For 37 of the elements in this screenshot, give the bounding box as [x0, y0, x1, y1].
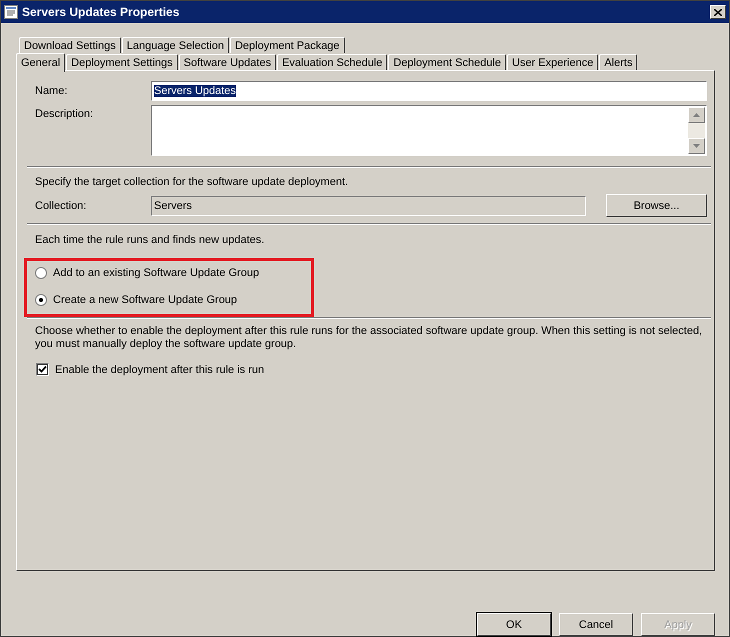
dialog-button[interactable]: Cancel	[559, 613, 633, 636]
scroll-down-button[interactable]	[688, 138, 705, 154]
radio-option[interactable]: Add to an existing Software Update Group	[35, 267, 311, 279]
tab[interactable]: Deployment Package	[230, 37, 345, 53]
dialog-button[interactable]: OK	[477, 613, 551, 636]
collection-input-field: Servers	[151, 196, 586, 216]
tab[interactable]: Language Selection	[122, 37, 229, 53]
window-title: Servers Updates Properties	[22, 5, 180, 19]
tab[interactable]: Download Settings	[19, 37, 121, 53]
radio-option[interactable]: Create a new Software Update Group	[35, 294, 311, 306]
tab[interactable]: User Experience	[507, 54, 598, 70]
tab[interactable]: Evaluation Schedule	[277, 54, 388, 70]
checkbox[interactable]	[36, 363, 49, 376]
tab[interactable]: General	[16, 53, 66, 72]
close-icon	[714, 8, 722, 16]
description-text-area[interactable]	[151, 105, 707, 156]
down-arrow-icon	[693, 144, 700, 148]
field-label: Collection:	[34, 200, 88, 212]
field-value: Servers Updates	[154, 85, 236, 97]
section-description: Each time the rule runs and finds new updates.	[34, 234, 266, 247]
radio-button[interactable]	[35, 294, 47, 306]
tab[interactable]: Deployment Schedule	[388, 54, 506, 70]
name-input-field[interactable]: Servers Updates	[151, 81, 707, 101]
up-arrow-icon	[693, 113, 700, 117]
field-label: Description:	[34, 107, 94, 120]
properties-icon	[4, 5, 18, 19]
tab[interactable]: Deployment Settings	[66, 54, 178, 70]
checkbox-option[interactable]: Enable the deployment after this rule is run	[27, 363, 707, 376]
close-button[interactable]	[710, 5, 726, 19]
radio-button[interactable]	[35, 267, 47, 279]
section-description: Choose whether to enable the deployment after this rule runs for the associated software update group. When this setting is not selected, you must manually deploy the software update group.	[34, 325, 704, 351]
tab[interactable]: Alerts	[599, 54, 638, 70]
tab[interactable]: Software Updates	[178, 54, 276, 70]
section-description: Specify the target collection for the software update deployment.	[34, 176, 350, 189]
scroll-up-button[interactable]	[688, 107, 705, 123]
browse-button[interactable]: Browse...	[606, 194, 707, 217]
field-label: Name:	[34, 85, 68, 97]
